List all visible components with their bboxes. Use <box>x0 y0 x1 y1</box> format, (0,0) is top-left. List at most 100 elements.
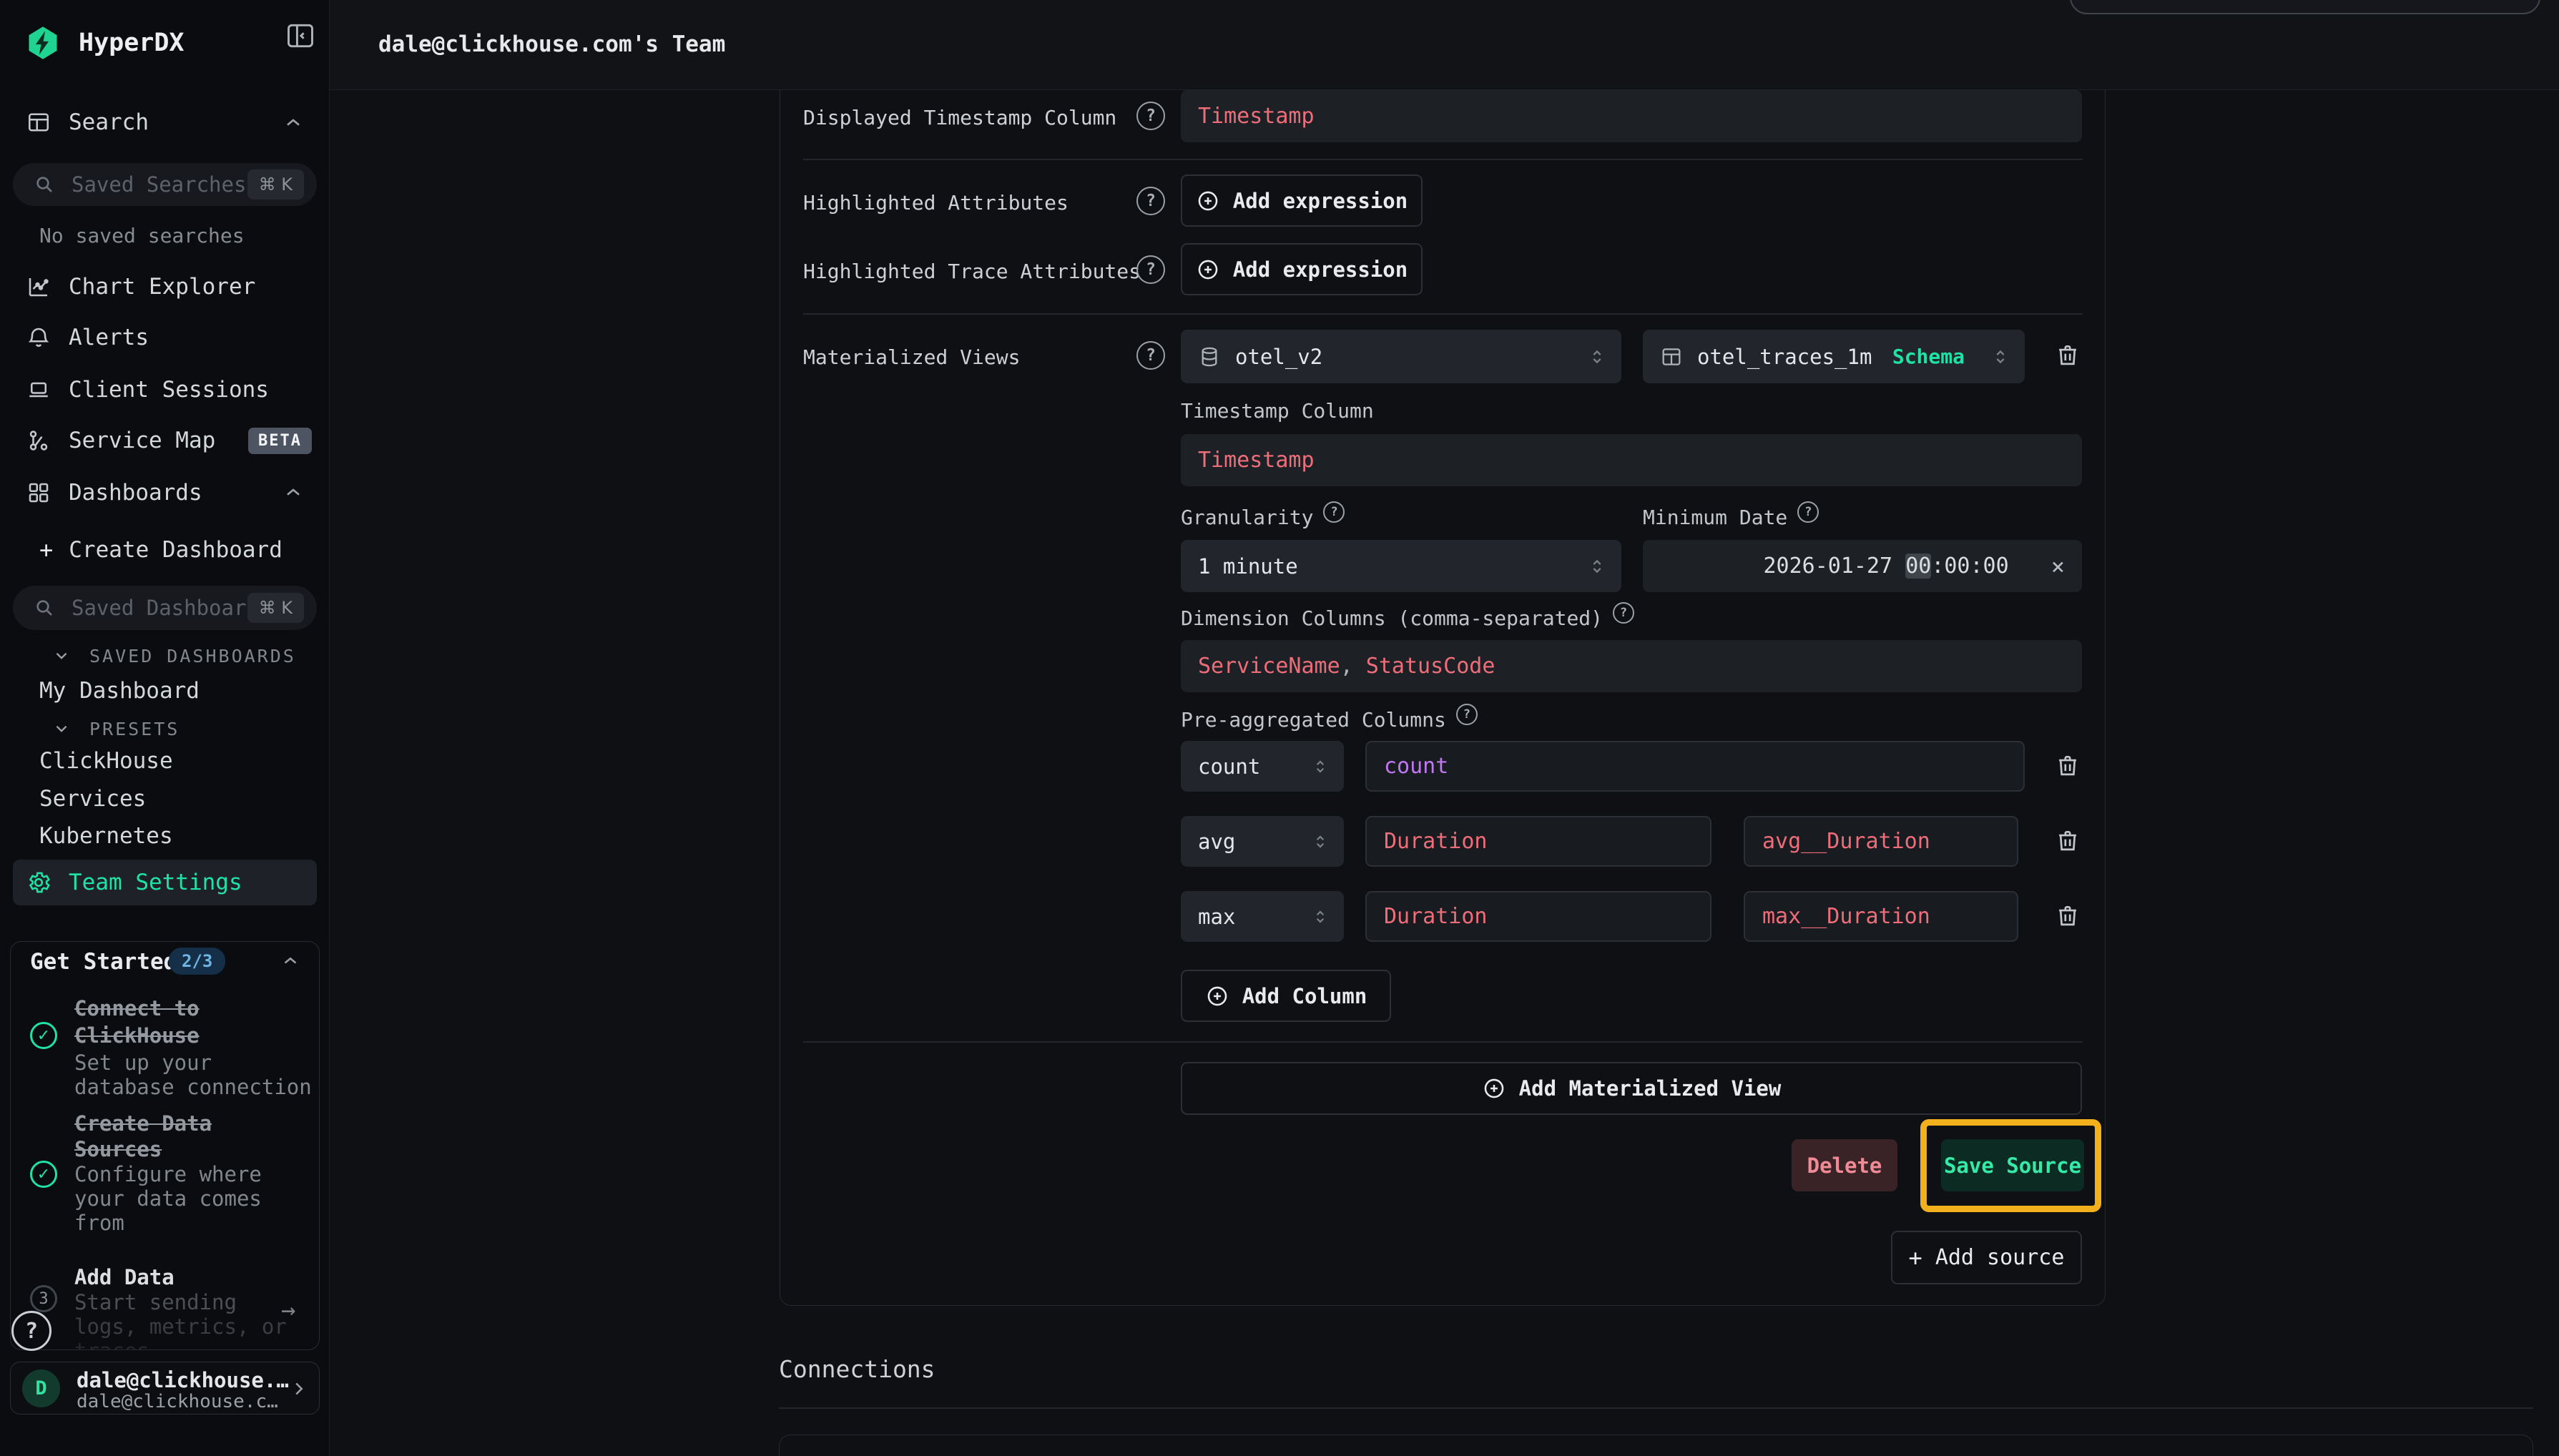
expression-input[interactable]: Duration <box>1365 891 1711 942</box>
sidebar-item-team-settings[interactable]: Team Settings <box>13 860 317 905</box>
trash-icon[interactable] <box>2054 342 2081 369</box>
input-value: ServiceName <box>1198 654 1340 679</box>
field-label: Highlighted Trace Attributes <box>803 260 1141 283</box>
sidebar-item-preset-clickhouse[interactable]: ClickHouse <box>39 748 173 774</box>
add-column-button[interactable]: Add Column <box>1181 970 1391 1022</box>
help-button[interactable]: ? <box>11 1311 51 1351</box>
chevron-down-icon <box>52 646 71 665</box>
presets-section-header[interactable]: PRESETS <box>52 714 180 744</box>
chevron-updown-icon <box>1311 757 1330 776</box>
sidebar-item-label: Service Map <box>69 428 215 453</box>
chevron-up-icon[interactable] <box>282 481 305 504</box>
delete-button[interactable]: Delete <box>1792 1139 1897 1191</box>
trash-icon[interactable] <box>2054 902 2081 930</box>
database-icon <box>1198 345 1221 368</box>
trash-icon[interactable] <box>2054 752 2081 779</box>
input-value: max__Duration <box>1762 904 1930 929</box>
question-circle-icon[interactable]: ? <box>1136 187 1165 215</box>
chevron-up-icon[interactable] <box>282 112 305 134</box>
select-value: otel_v2 <box>1235 345 1573 369</box>
chevron-updown-icon <box>1587 556 1607 576</box>
beta-badge: BETA <box>248 428 312 454</box>
add-source-button[interactable]: + Add source <box>1891 1231 2082 1284</box>
aggregation-fn-select[interactable]: max <box>1181 891 1344 942</box>
sidebar-item-preset-kubernetes[interactable]: Kubernetes <box>39 823 173 849</box>
sidebar-item-dashboards[interactable]: Dashboards <box>26 477 202 508</box>
search-placeholder: Saved Dashboards <box>72 596 247 620</box>
input-value: Timestamp <box>1198 448 1315 473</box>
sidebar-item-search[interactable]: Search <box>26 107 149 138</box>
page-title: dale@clickhouse.com's Team <box>378 31 725 57</box>
date-segment-selected[interactable]: 00 <box>1905 554 1931 579</box>
user-email: dale@clickhouse.c… <box>77 1391 278 1412</box>
saved-searches-input[interactable]: Saved Searches ⌘ K <box>13 163 317 206</box>
sidebar-item-preset-services[interactable]: Services <box>39 786 146 812</box>
check-circle-icon: ✓ <box>30 1022 57 1049</box>
saved-dashboards-input[interactable]: Saved Dashboards ⌘ K <box>13 586 317 630</box>
task-title[interactable]: Create Data <box>74 1111 212 1136</box>
chevron-right-icon <box>288 1378 310 1400</box>
aggregation-fn-select[interactable]: count <box>1181 741 1344 792</box>
chevron-up-icon[interactable] <box>280 950 301 972</box>
sidebar-item-client-sessions[interactable]: Client Sessions <box>26 374 269 405</box>
task-title[interactable]: ClickHouse <box>74 1023 200 1048</box>
question-circle-icon[interactable]: ? <box>1797 501 1819 523</box>
dimension-columns-input[interactable]: ServiceName, StatusCode <box>1181 640 2082 692</box>
add-expression-button[interactable]: Add expression <box>1181 243 1423 295</box>
table-icon <box>1660 345 1683 368</box>
create-dashboard-button[interactable]: + Create Dashboard <box>39 534 283 566</box>
question-circle-icon[interactable]: ? <box>1136 102 1165 130</box>
select-value: count <box>1198 754 1311 779</box>
gear-icon <box>26 870 51 895</box>
user-name: dale@clickhouse.… <box>77 1368 289 1392</box>
user-menu[interactable]: D dale@clickhouse.… dale@clickhouse.c… <box>10 1362 320 1415</box>
question-circle-icon[interactable]: ? <box>1136 255 1165 284</box>
task-title[interactable]: Sources <box>74 1137 162 1161</box>
schema-link[interactable]: Schema <box>1892 345 1965 368</box>
task-title[interactable]: Add Data <box>74 1265 175 1289</box>
mv-timestamp-input[interactable]: Timestamp <box>1181 434 2082 486</box>
question-circle-icon[interactable]: ? <box>1613 602 1634 624</box>
field-label-row: Minimum Date ? <box>1643 506 1819 529</box>
table-select[interactable]: otel_traces_1m Schema <box>1643 330 2025 383</box>
input-value: Duration <box>1384 904 1488 929</box>
expression-input[interactable]: count <box>1365 741 2025 792</box>
create-dashboard-label: Create Dashboard <box>69 537 283 563</box>
input-value: StatusCode <box>1353 654 1495 679</box>
add-expression-button[interactable]: Add expression <box>1181 174 1423 227</box>
chart-explorer-icon <box>26 274 51 300</box>
aggregation-fn-select[interactable]: avg <box>1181 816 1344 867</box>
no-saved-searches-text: No saved searches <box>39 224 245 247</box>
sidebar-item-my-dashboard[interactable]: My Dashboard <box>39 678 200 704</box>
sidebar-collapse-button[interactable] <box>285 20 316 51</box>
sidebar-item-label: Team Settings <box>69 870 242 895</box>
question-circle-icon[interactable]: ? <box>1323 501 1345 523</box>
sidebar-item-alerts[interactable]: Alerts <box>26 322 149 353</box>
expression-input[interactable]: Duration <box>1365 816 1711 867</box>
saved-dashboards-section-header[interactable]: SAVED DASHBOARDS <box>52 641 296 671</box>
sidebar-item-chart-explorer[interactable]: Chart Explorer <box>26 271 255 302</box>
clear-icon[interactable]: × <box>2051 553 2065 580</box>
granularity-select[interactable]: 1 minute <box>1181 540 1621 592</box>
field-label: Highlighted Attributes <box>803 191 1069 215</box>
source-settings-panel: Displayed Timestamp Column ? Timestamp H… <box>780 90 2106 1306</box>
alias-input[interactable]: avg__Duration <box>1744 816 2018 867</box>
minimum-date-input[interactable]: 2026-01-27 00:00:00 × <box>1643 540 2082 592</box>
field-label: Dimension Columns (comma-separated) <box>1181 606 1603 630</box>
database-select[interactable]: otel_v2 <box>1181 330 1621 383</box>
date-value: 2026-01-27 <box>1764 554 1906 579</box>
connections-heading: Connections <box>779 1355 935 1383</box>
plus-icon: + <box>39 536 53 564</box>
sidebar-item-service-map[interactable]: Service Map <box>26 425 215 456</box>
trash-icon[interactable] <box>2054 827 2081 855</box>
task-desc: from <box>74 1211 124 1235</box>
floating-bar-cutoff[interactable] <box>2070 0 2540 14</box>
question-circle-icon[interactable]: ? <box>1456 704 1478 725</box>
task-title[interactable]: Connect to <box>74 996 200 1020</box>
add-materialized-view-button[interactable]: Add Materialized View <box>1181 1062 2082 1115</box>
alias-input[interactable]: max__Duration <box>1744 891 2018 942</box>
question-circle-icon[interactable]: ? <box>1136 341 1165 370</box>
displayed-timestamp-input[interactable]: Timestamp <box>1181 90 2082 142</box>
task-desc: Configure where <box>74 1162 262 1186</box>
field-label-row: Dimension Columns (comma-separated) ? <box>1181 606 1634 630</box>
